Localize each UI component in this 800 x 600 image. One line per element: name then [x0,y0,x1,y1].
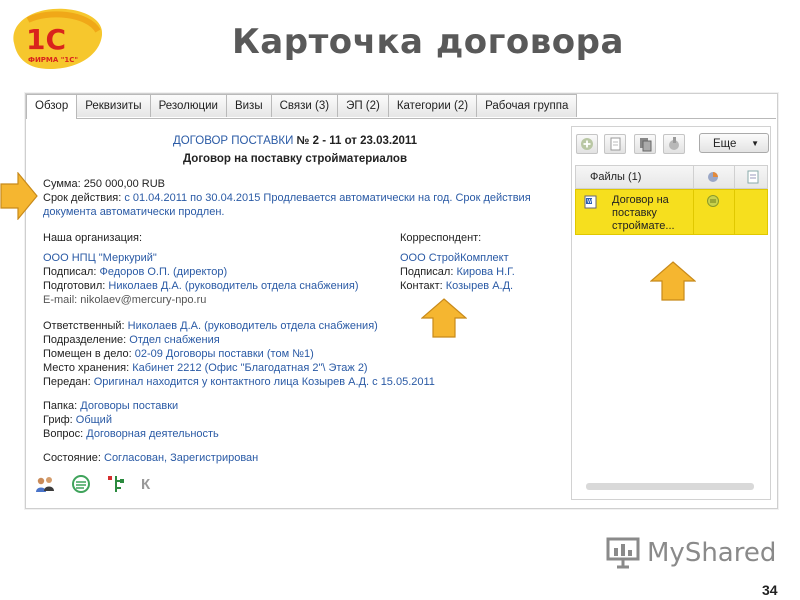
arrow-up-icon [421,298,467,338]
sum-row: Сумма: 250 000,00 RUB [43,177,563,191]
contact-label: Контакт: [400,280,446,292]
responsible-label: Ответственный: [43,320,128,332]
tab-bar: Обзор Реквизиты Резолюции Визы Связи (3)… [26,94,578,119]
tab-divider [26,118,776,119]
contract-card: Обзор Реквизиты Резолюции Визы Связи (3)… [25,93,778,509]
file-name: Договор на поставку строймате... [612,194,675,232]
our-org-link[interactable]: ООО НПЦ "Меркурий" [43,251,359,265]
pencil-icon [669,137,679,150]
file-column-icon[interactable] [747,170,759,184]
state-label: Состояние: [43,452,104,464]
document-type-link[interactable]: ДОГОВОР ПОСТАВКИ [173,135,293,147]
responsible-link[interactable]: Николаев Д.А. (руководитель отдела снабж… [128,320,378,332]
our-organization-block: Наша организация: ООО НПЦ "Меркурий" Под… [43,231,359,307]
svg-text:W: W [587,199,592,205]
correspondent-label: Корреспондент: [400,232,482,244]
more-button[interactable]: Еще ▼ [699,133,769,153]
contact-link[interactable]: Козырев А.Д. [446,280,513,292]
presentation-board-icon [606,537,640,569]
page-title: Карточка договора [232,22,624,62]
add-file-button[interactable] [576,134,598,154]
question-link[interactable]: Договорная деятельность [86,428,219,440]
department-link[interactable]: Отдел снабжения [129,334,219,346]
passed-label: Передан: [43,376,94,388]
page-number: 34 [762,582,778,598]
horizontal-scrollbar[interactable] [586,483,754,490]
copy-file-button[interactable] [634,134,656,154]
edit-file-button[interactable] [663,134,685,154]
department-label: Подразделение: [43,334,130,346]
tab-workgroup[interactable]: Рабочая группа [476,94,578,117]
filed-label: Помещен в дело: [43,348,135,360]
brand-my: My [647,538,685,568]
term-value-continued[interactable]: документа автоматически продлен. [43,205,563,219]
signed-label: Подписал: [43,266,100,278]
brand-shared: Shared [684,538,777,568]
tab-categories[interactable]: Категории (2) [387,94,478,117]
tab-signatures[interactable]: ЭП (2) [337,94,389,117]
files-table-header: Файлы (1) [575,165,768,189]
overview-panel: ДОГОВОР ПОСТАВКИ № 2 - 11 от 23.03.2011 … [43,134,563,465]
tab-overview[interactable]: Обзор [26,94,78,119]
k-icon[interactable]: К [141,476,150,493]
files-toolbar: Еще ▼ [572,127,770,157]
parties-block: Наша организация: ООО НПЦ "Меркурий" Под… [43,231,563,306]
open-file-button[interactable] [604,134,626,154]
process-tree-icon[interactable] [107,474,125,494]
email-label: E-mail: [43,294,81,306]
bottom-toolbar: К [35,474,150,494]
term-row: Срок действия: с 01.04.2011 по 30.04.201… [43,191,563,205]
tab-visas[interactable]: Визы [225,94,272,117]
corr-signed-label: Подписал: [400,266,457,278]
storage-label: Место хранения: [43,362,133,374]
storage-link[interactable]: Кабинет 2212 (Офис "Благодатная 2"\ Этаж… [132,362,367,374]
plus-circle-icon [581,138,593,150]
document-subject: Договор на поставку стройматериалов [182,153,408,165]
sum-label: Сумма: [43,178,84,190]
myshared-logo: MyShared [605,536,776,570]
state-link[interactable]: Согласован, Зарегистрирован [104,452,258,464]
tab-details[interactable]: Реквизиты [76,94,151,117]
term-value-link[interactable]: с 01.04.2011 по 30.04.2015 Продлевается … [124,192,530,204]
document-number: № 2 - 11 от 23.03.2011 [293,135,418,147]
correspondent-block: Корреспондент: ООО СтройКомплект Подписа… [400,231,515,293]
1c-logo: 1С ФИРМА "1С" [13,8,103,70]
copy-icon [640,138,652,152]
files-panel: Еще ▼ Файлы (1) W Договор на поставку ст… [571,126,771,500]
triangle-down-icon: ▼ [751,139,759,148]
filed-link[interactable]: 02-09 Договоры поставки (том №1) [135,348,314,360]
word-document-icon: W [584,195,597,209]
signed-column-icon[interactable] [707,170,721,184]
corr-signed-link[interactable]: Кирова Н.Г. [456,266,514,278]
file-row[interactable]: W Договор на поставку строймате... [575,189,768,235]
email-value: nikolaev@mercury-npo.ru [80,294,207,306]
grif-label: Гриф: [43,414,76,426]
users-icon[interactable] [35,475,55,493]
logo-subtext: ФИРМА "1С" [28,56,78,64]
logo-text: 1С [26,23,66,56]
folder-link[interactable]: Договоры поставки [80,400,178,412]
term-label: Срок действия: [43,192,125,204]
passed-link[interactable]: Оригинал находится у контактного лица Ко… [94,376,435,388]
folder-label: Папка: [43,400,81,412]
arrow-up-icon [650,261,696,301]
files-column-header[interactable]: Файлы (1) [590,171,641,183]
prepared-link[interactable]: Николаев Д.А. (руководитель отдела снабж… [108,280,358,292]
document-heading: ДОГОВОР ПОСТАВКИ № 2 - 11 от 23.03.2011 [40,134,550,148]
correspondent-link[interactable]: ООО СтройКомплект [400,251,515,265]
prepared-label: Подготовил: [43,280,109,292]
arrow-right-icon [0,172,38,220]
signed-link[interactable]: Федоров О.П. (директор) [99,266,227,278]
grif-link[interactable]: Общий [76,414,112,426]
question-label: Вопрос: [43,428,87,440]
signature-status-icon [707,195,719,207]
more-button-label: Еще [713,138,737,150]
sum-value: 250 000,00 RUB [83,178,166,190]
document-icon [610,137,621,151]
tab-links[interactable]: Связи (3) [270,94,339,117]
tab-resolutions[interactable]: Резолюции [149,94,227,117]
our-org-label: Наша организация: [43,232,143,244]
signature-seal-icon[interactable] [71,474,91,494]
